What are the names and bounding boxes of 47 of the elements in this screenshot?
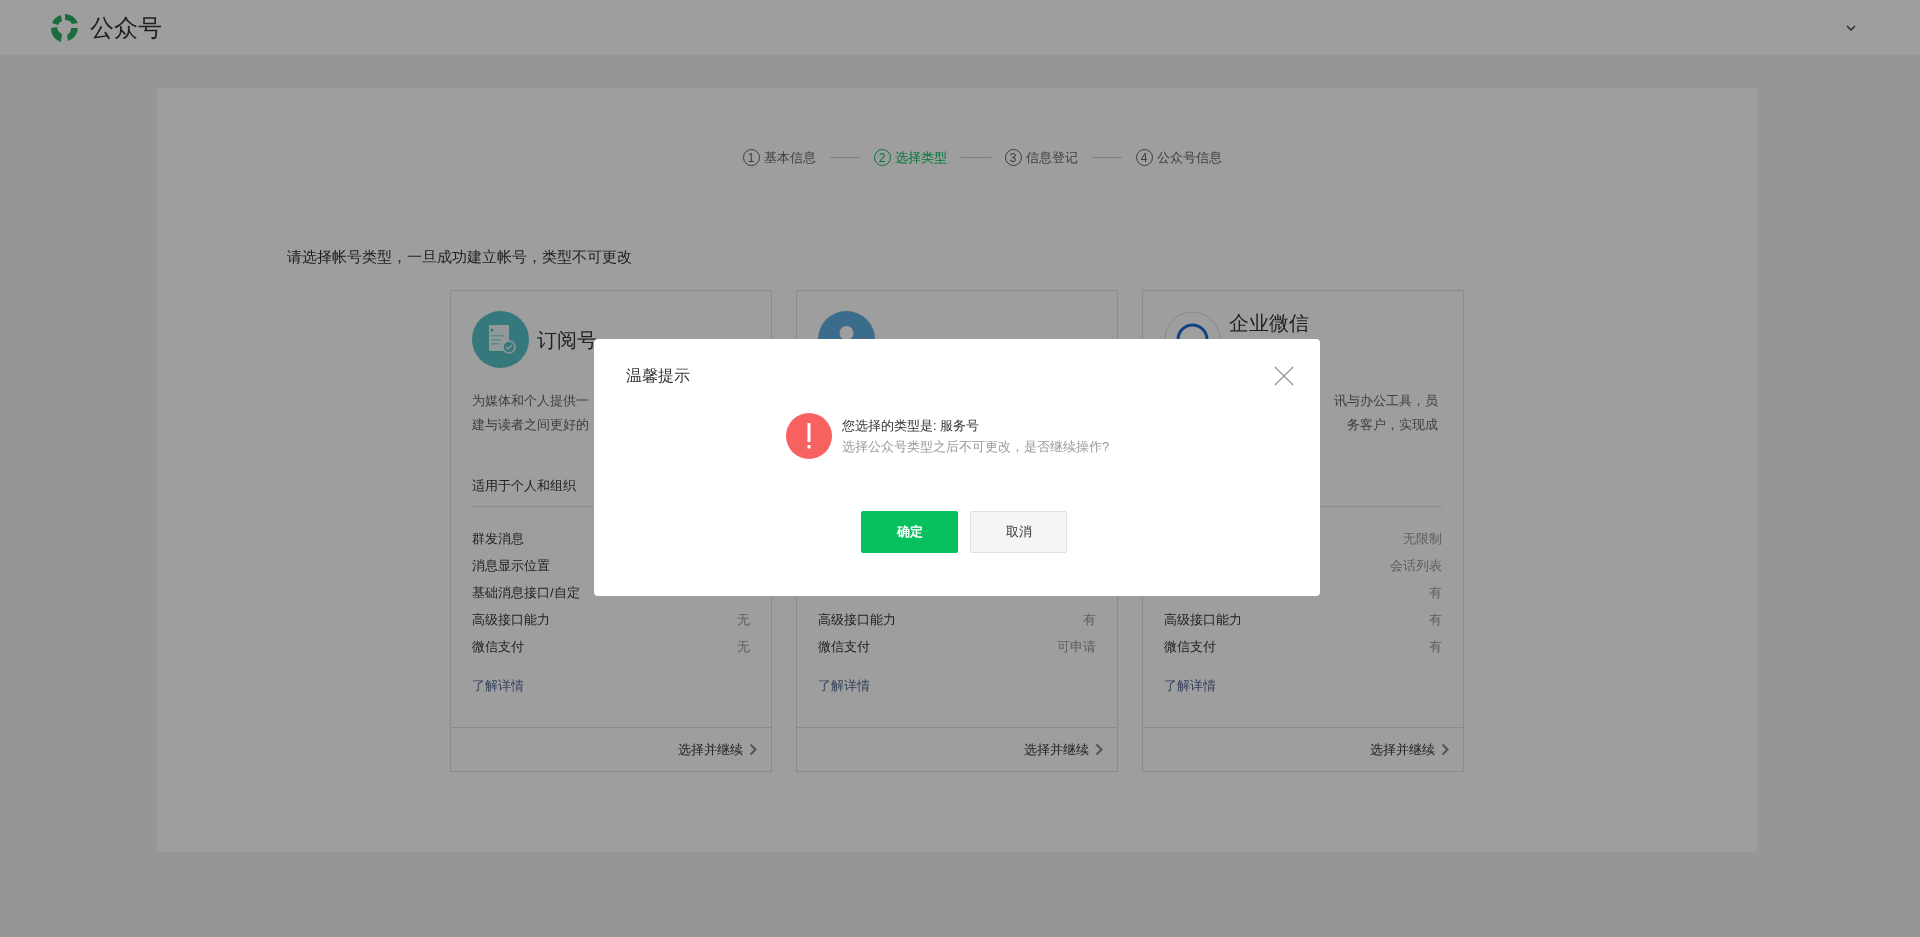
feature-label: 高级接口能力 [472, 610, 550, 629]
select-continue-button[interactable]: 选择并继续 [797, 728, 1117, 771]
feature-value: 会话列表 [1390, 556, 1442, 575]
feature-value: 无 [737, 637, 750, 656]
card-description: 务客户，实现成 [1347, 416, 1438, 434]
feature-value: 有 [1429, 610, 1442, 629]
details-link[interactable]: 了解详情 [472, 676, 524, 696]
select-continue-button[interactable]: 选择并继续 [1143, 728, 1463, 771]
warning-icon [786, 413, 832, 459]
feature-label: 微信支付 [1164, 637, 1216, 656]
step-item: 3 信息登记 [1004, 148, 1078, 168]
chevron-down-icon[interactable] [1846, 24, 1856, 31]
card-subtitle: 适用于个人和组织 [472, 478, 576, 493]
feature-value: 有 [1429, 583, 1442, 602]
dialog-message: 您选择的类型是: 服务号 [842, 417, 981, 435]
feature-label: 基础消息接口/自定 [472, 583, 580, 602]
feature-label: 高级接口能力 [818, 610, 896, 629]
dialog-title: 温馨提示 [626, 366, 690, 386]
feature-value: 有 [1429, 637, 1442, 656]
feature-label: 消息显示位置 [472, 556, 550, 575]
chevron-right-icon [749, 743, 757, 756]
card-description: 建与读者之间更好的 [472, 416, 589, 434]
feature-value: 无 [737, 610, 750, 629]
feature-value: 有 [1083, 610, 1096, 629]
feature-label: 微信支付 [472, 637, 524, 656]
site-title: 公众号 [90, 12, 162, 43]
chevron-right-icon [1095, 743, 1103, 756]
dialog-note: 选择公众号类型之后不可更改，是否继续操作? [842, 438, 1110, 456]
details-link[interactable]: 了解详情 [818, 676, 870, 696]
feature-label: 高级接口能力 [1164, 610, 1242, 629]
step-item: 2 选择类型 [873, 148, 947, 168]
cancel-button[interactable]: 取消 [970, 511, 1067, 553]
close-icon[interactable] [1274, 366, 1294, 386]
chevron-right-icon [1441, 743, 1449, 756]
card-title: 企业微信 [1229, 311, 1309, 335]
document-check-icon [472, 311, 529, 368]
feature-label: 微信支付 [818, 637, 870, 656]
details-link[interactable]: 了解详情 [1164, 676, 1216, 696]
card-description: 讯与办公工具，员 [1334, 392, 1438, 410]
feature-value: 无限制 [1403, 529, 1442, 548]
step-item: 4 公众号信息 [1135, 148, 1222, 168]
feature-value: 可申请 [1057, 637, 1096, 656]
instruction-text: 请选择帐号类型，一旦成功建立帐号，类型不可更改 [287, 246, 632, 267]
feature-label: 群发消息 [472, 529, 524, 548]
select-continue-button[interactable]: 选择并继续 [451, 728, 771, 771]
card-title: 订阅号 [537, 327, 597, 352]
step-item: 1 基本信息 [742, 148, 816, 168]
